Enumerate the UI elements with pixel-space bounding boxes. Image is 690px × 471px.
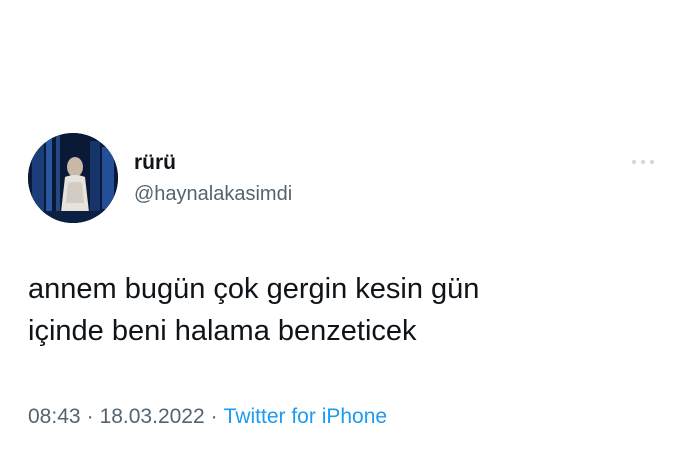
more-horizontal-icon — [631, 159, 655, 165]
tweet-time[interactable]: 08:43 — [28, 405, 81, 428]
avatar[interactable] — [28, 133, 118, 223]
tweet-card: rürü @haynalakasimdi annem bugün çok ger… — [0, 0, 690, 471]
meta-separator: · — [86, 405, 94, 428]
tweet-text: annem bugün çok gergin kesin gün içinde … — [28, 273, 480, 347]
tweet-date[interactable]: 18.03.2022 — [100, 405, 205, 428]
more-options-button[interactable] — [626, 150, 660, 174]
author-info[interactable]: rürü @haynalakasimdi — [134, 150, 292, 207]
avatar-photo — [28, 133, 118, 223]
tweet-meta: 08:43 · 18.03.2022 · Twitter for iPhone — [28, 402, 387, 432]
author-handle[interactable]: @haynalakasimdi — [134, 181, 292, 207]
author-display-name[interactable]: rürü — [134, 150, 292, 176]
meta-separator: · — [210, 405, 218, 428]
tweet-source-link[interactable]: Twitter for iPhone — [224, 405, 387, 428]
